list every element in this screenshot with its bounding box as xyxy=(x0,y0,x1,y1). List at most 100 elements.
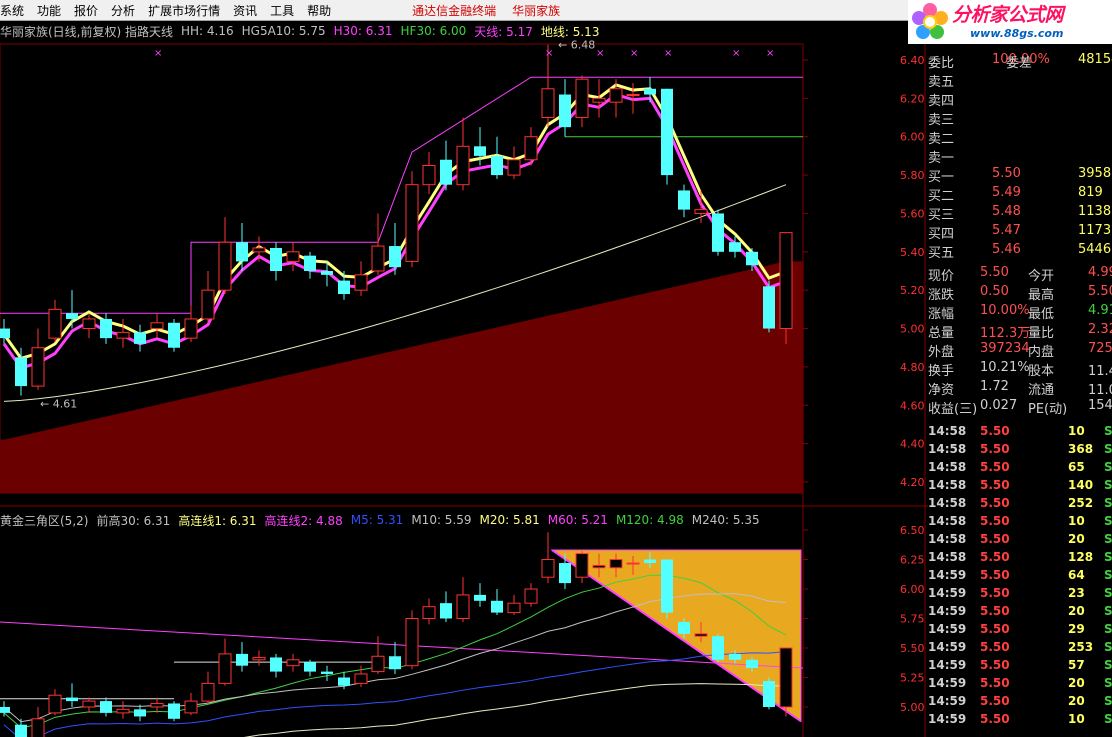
upper-candle-body-30 xyxy=(507,159,521,176)
order-book-row-10: 买五 5.46 5446 xyxy=(928,242,1112,261)
lower-candle-body-11 xyxy=(184,700,198,714)
menu-item-7[interactable]: 帮助 xyxy=(307,2,344,19)
tick-row-5: 14:58 5.50 10 S xyxy=(928,514,1112,532)
upper-indicator-5: 天线: 5.17 xyxy=(474,24,533,39)
order-label: 卖三 xyxy=(928,113,955,128)
upper-candle-body-2 xyxy=(31,347,45,387)
tick-volume: 10 xyxy=(1068,514,1085,528)
lower-candle-body-12 xyxy=(201,682,215,702)
tick-time: 14:59 xyxy=(928,712,967,726)
tick-volume: 57 xyxy=(1068,658,1085,672)
logo-title: 分析家公式网 xyxy=(952,3,1064,26)
lower-candle-body-23 xyxy=(389,656,401,670)
lower-candle-body-38 xyxy=(644,559,656,564)
tick-price: 5.50 xyxy=(980,640,1010,654)
upper-candle-body-37 xyxy=(626,94,640,97)
quote-label2: 最低 xyxy=(1028,307,1055,322)
tick-side: S xyxy=(1104,496,1112,510)
tick-volume: 20 xyxy=(1068,676,1085,690)
upper-candle-body-21 xyxy=(354,274,368,291)
tick-row-13: 14:59 5.50 57 S xyxy=(928,658,1112,676)
tick-side: S xyxy=(1104,676,1112,690)
order-label: 卖一 xyxy=(928,151,955,166)
lower-candle-body-0 xyxy=(0,707,10,713)
kline-chart[interactable]: 6.40 6.20 6.00 5.80 5.60 5.40 5.20 5.00 4.80 4.60… xyxy=(0,0,928,737)
menu-item-5[interactable]: 资讯 xyxy=(233,2,270,19)
tick-time: 14:59 xyxy=(928,640,967,654)
order-volume: 1138 xyxy=(1078,204,1112,219)
tick-side: S xyxy=(1104,604,1112,618)
upper-candle-body-38 xyxy=(644,88,656,95)
quote-label: 净资 xyxy=(928,383,955,398)
top-marker-5: × xyxy=(732,48,740,59)
lower-candle-body-32 xyxy=(541,559,555,578)
lower-candle-body-13 xyxy=(218,653,232,684)
order-label: 买五 xyxy=(928,246,955,261)
upper-candle-body-27 xyxy=(456,145,470,186)
tick-time: 14:59 xyxy=(928,622,967,636)
quote-label2: 股本 xyxy=(1028,364,1055,379)
quote-value2: 154.1 xyxy=(1088,398,1112,413)
lower-candle-body-25 xyxy=(422,606,436,620)
order-book-row-8: 买三 5.48 1138 xyxy=(928,204,1112,223)
quote-value: 397234 xyxy=(980,341,1030,356)
tick-row-11: 14:59 5.50 29 S xyxy=(928,622,1112,640)
upper-candle-body-1 xyxy=(15,357,27,387)
quote-row-1: 涨跌 0.50 最高 5.50 xyxy=(928,284,1112,303)
lower-indicator-3: 高连线2: 4.88 xyxy=(264,513,343,528)
lower-candle-body-41 xyxy=(694,633,708,637)
tick-volume: 23 xyxy=(1068,586,1085,600)
order-label2: 委差 xyxy=(1006,56,1033,71)
tick-time: 14:59 xyxy=(928,658,967,672)
tick-side: S xyxy=(1104,694,1112,708)
order-book-row-5: 卖一 xyxy=(928,147,1112,166)
tick-side: S xyxy=(1104,550,1112,564)
tick-price: 5.50 xyxy=(980,532,1010,546)
lower-candle-body-9 xyxy=(150,702,164,708)
tick-row-0: 14:58 5.50 10 S xyxy=(928,424,1112,442)
top-marker-3: × xyxy=(630,48,638,59)
tick-volume: 252 xyxy=(1068,496,1094,510)
quote-label2: 流通 xyxy=(1028,383,1055,398)
tick-volume: 64 xyxy=(1068,568,1085,582)
upper-dark-fill-area xyxy=(0,261,803,493)
quote-label2: 量比 xyxy=(1028,326,1055,341)
lower-indicator-1: 前高30: 6.31 xyxy=(96,513,171,528)
tick-time: 14:58 xyxy=(928,424,967,438)
menu-item-0[interactable]: 系统 xyxy=(0,2,37,19)
upper-candle-body-19 xyxy=(321,271,333,275)
menu-item-2[interactable]: 报价 xyxy=(74,2,111,19)
tick-time: 14:58 xyxy=(928,550,967,564)
order-price: 5.48 xyxy=(992,204,1021,219)
quote-value2: 4.91 xyxy=(1088,303,1112,318)
tick-side: S xyxy=(1104,712,1112,726)
brand-label-0: 通达信金融终端 xyxy=(412,3,497,18)
tick-price: 5.50 xyxy=(980,514,1010,528)
quote-row-5: 换手 10.21%股本 11.4亿 xyxy=(928,360,1112,379)
tick-price: 5.50 xyxy=(980,496,1010,510)
tick-time: 14:58 xyxy=(928,496,967,510)
upper-candle-body-31 xyxy=(524,136,538,161)
tick-side: S xyxy=(1104,478,1112,492)
menu-item-3[interactable]: 分析 xyxy=(111,2,148,19)
menu-item-1[interactable]: 功能 xyxy=(37,2,74,19)
tick-volume: 20 xyxy=(1068,604,1085,618)
quote-row-6: 净资 1.72 流通 11.0亿 xyxy=(928,379,1112,398)
lower-candle-body-35 xyxy=(592,564,606,569)
tick-row-14: 14:59 5.50 20 S xyxy=(928,676,1112,694)
tick-time: 14:58 xyxy=(928,514,967,528)
upper-candle-body-39 xyxy=(661,88,673,176)
menu-item-6[interactable]: 工具 xyxy=(270,2,307,19)
lower-candle-body-44 xyxy=(746,659,758,669)
order-book-row-2: 卖四 xyxy=(928,90,1112,109)
upper-candle-body-6 xyxy=(100,318,112,339)
lower-candle-body-22 xyxy=(371,655,385,673)
lower-candle-body-24 xyxy=(405,618,419,667)
tick-side: S xyxy=(1104,658,1112,672)
menu-item-4[interactable]: 扩展市场行情 xyxy=(148,2,233,19)
upper-candle-body-15 xyxy=(252,247,266,253)
tick-side: S xyxy=(1104,460,1112,474)
quote-value: 10.00% xyxy=(980,303,1030,318)
lower-indicator-6: M20: 5.81 xyxy=(479,513,540,527)
tick-volume: 368 xyxy=(1068,442,1094,456)
